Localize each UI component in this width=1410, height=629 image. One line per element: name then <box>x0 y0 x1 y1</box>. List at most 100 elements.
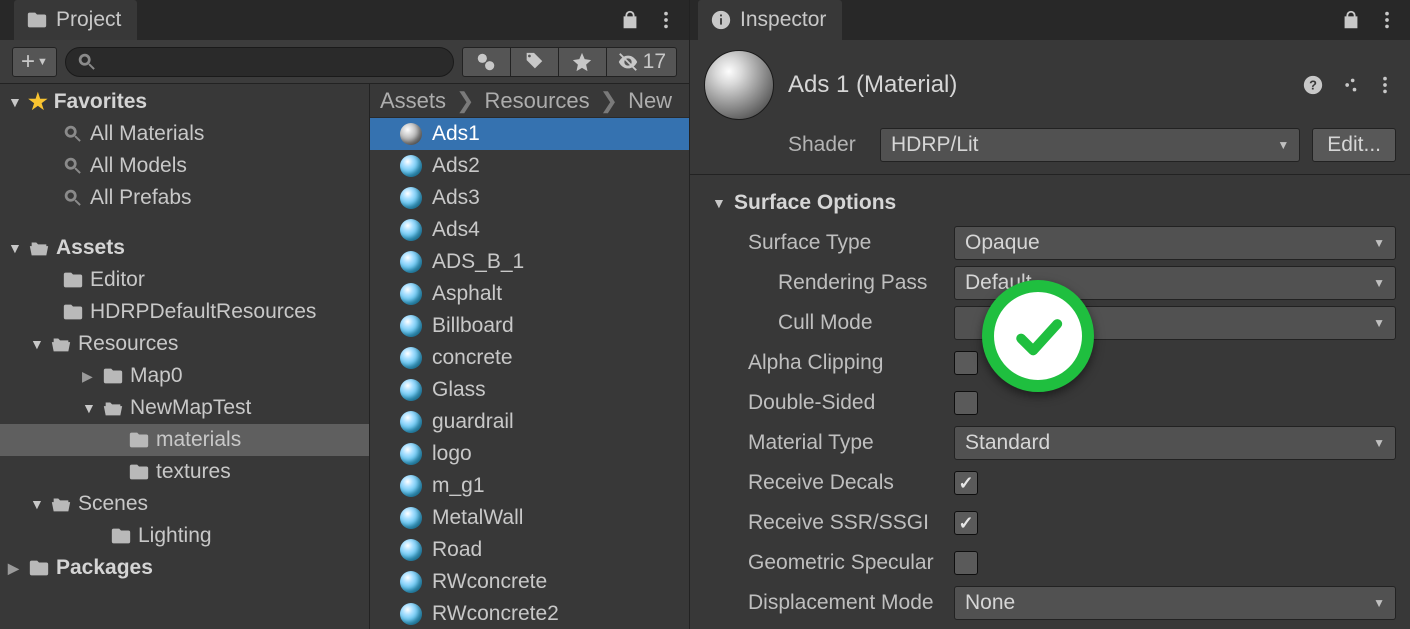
inspector-tab-bar: Inspector <box>690 0 1410 40</box>
material-icon <box>400 187 422 209</box>
tree-item-textures[interactable]: textures <box>0 456 369 488</box>
tree-item-materials[interactable]: materials <box>0 424 369 456</box>
tree-item-editor[interactable]: Editor <box>0 264 369 296</box>
info-icon <box>710 9 732 31</box>
asset-item[interactable]: MetalWall <box>370 502 689 534</box>
asset-item[interactable]: Ads1 <box>370 118 689 150</box>
search-icon <box>76 51 98 73</box>
material-icon <box>400 315 422 337</box>
dropdown-value: Opaque <box>965 231 1040 255</box>
receive-decals-checkbox[interactable] <box>954 471 978 495</box>
section-header[interactable]: ▼ Surface Options <box>704 185 1396 223</box>
search-icon <box>62 123 84 145</box>
asset-item[interactable]: Glass <box>370 374 689 406</box>
inspector-tab[interactable]: Inspector <box>698 0 842 40</box>
surface-type-dropdown[interactable]: Opaque ▼ <box>954 226 1396 260</box>
asset-label: Ads2 <box>432 154 480 178</box>
prop-label: Alpha Clipping <box>704 351 944 375</box>
prop-label: Displacement Mode <box>704 591 944 615</box>
prop-label: Double-Sided <box>704 391 944 415</box>
double-sided-checkbox[interactable] <box>954 391 978 415</box>
tree-item-resources[interactable]: ▼ Resources <box>0 328 369 360</box>
asset-item[interactable]: Billboard <box>370 310 689 342</box>
receive-ssr-checkbox[interactable] <box>954 511 978 535</box>
kebab-menu-icon[interactable] <box>1376 9 1398 31</box>
asset-list: Ads1 Ads2 Ads3Ads4ADS_B_1AsphaltBillboardc… <box>370 118 689 629</box>
folder-open-icon <box>28 237 50 259</box>
chevron-down-icon: ▼ <box>1373 436 1385 450</box>
prop-label: Geometric Specular <box>704 551 944 575</box>
asset-item[interactable]: Ads4 <box>370 214 689 246</box>
material-icon <box>400 443 422 465</box>
asset-item[interactable]: guardrail <box>370 406 689 438</box>
chevron-down-icon: ▼ <box>1277 138 1289 152</box>
asset-label: guardrail <box>432 410 514 434</box>
material-type-dropdown[interactable]: Standard ▼ <box>954 426 1396 460</box>
favorites-label: Favorites <box>54 90 147 114</box>
asset-item[interactable]: Asphalt <box>370 278 689 310</box>
favorite-item[interactable]: All Materials <box>0 118 369 150</box>
folder-open-icon <box>50 333 72 355</box>
settings-sliders-icon[interactable] <box>1338 74 1360 96</box>
breadcrumb-part[interactable]: Assets <box>380 88 446 114</box>
asset-item[interactable]: logo <box>370 438 689 470</box>
asset-item[interactable]: Road <box>370 534 689 566</box>
filter-by-label-button[interactable] <box>510 47 558 77</box>
breadcrumb-part[interactable]: Resources <box>484 88 589 114</box>
tree-item-newmaptest[interactable]: ▼ NewMapTest <box>0 392 369 424</box>
edit-shader-button[interactable]: Edit... <box>1312 128 1396 162</box>
hidden-toggle[interactable]: 17 <box>606 47 677 77</box>
lock-icon[interactable] <box>619 9 641 31</box>
asset-item[interactable]: m_g1 <box>370 470 689 502</box>
prop-label: Material Type <box>704 431 944 455</box>
material-icon <box>400 219 422 241</box>
asset-column: Assets ❯ Resources ❯ New Ads1Ads2Ads3Ads… <box>370 84 689 629</box>
assets-header[interactable]: ▼ Assets <box>0 232 369 264</box>
geometric-specular-checkbox[interactable] <box>954 551 978 575</box>
asset-item[interactable]: RWconcrete <box>370 566 689 598</box>
tree-item-map0[interactable]: ▶ Map0 <box>0 360 369 392</box>
dropdown-value: Standard <box>965 431 1050 455</box>
tree-item-lighting[interactable]: Lighting <box>0 520 369 552</box>
asset-label: m_g1 <box>432 474 485 498</box>
shader-row: Shader HDRP/Lit ▼ Edit... <box>690 124 1410 175</box>
filter-by-type-button[interactable] <box>462 47 510 77</box>
breadcrumb-part[interactable]: New <box>628 88 672 114</box>
favorite-item[interactable]: All Models <box>0 150 369 182</box>
material-icon <box>400 539 422 561</box>
tree-item-hdrp[interactable]: HDRPDefaultResources <box>0 296 369 328</box>
folder-open-icon <box>50 493 72 515</box>
favorites-header[interactable]: ▼ ★ Favorites <box>0 86 369 118</box>
asset-item[interactable]: Ads3 <box>370 182 689 214</box>
search-input[interactable] <box>65 47 454 77</box>
alpha-clipping-checkbox[interactable] <box>954 351 978 375</box>
project-tab[interactable]: Project <box>14 0 137 40</box>
material-preview[interactable] <box>704 50 774 120</box>
tree-item-scenes[interactable]: ▼ Scenes <box>0 488 369 520</box>
type-icon <box>475 51 497 73</box>
folder-tree: ▼ ★ Favorites All Materials All Models A… <box>0 84 370 629</box>
prop-label: Receive Decals <box>704 471 944 495</box>
lock-icon[interactable] <box>1340 9 1362 31</box>
packages-header[interactable]: ▶ Packages <box>0 552 369 584</box>
help-icon[interactable]: ? <box>1302 74 1324 96</box>
favorite-label: All Prefabs <box>90 186 192 210</box>
kebab-menu-icon[interactable] <box>1374 74 1396 96</box>
shader-dropdown[interactable]: HDRP/Lit ▼ <box>880 128 1300 162</box>
search-icon <box>62 155 84 177</box>
kebab-menu-icon[interactable] <box>655 9 677 31</box>
favorite-item[interactable]: All Prefabs <box>0 182 369 214</box>
folder-icon <box>102 365 124 387</box>
asset-item[interactable]: ADS_B_1 <box>370 246 689 278</box>
asset-item[interactable]: Ads2 <box>370 150 689 182</box>
tree-item-label: Scenes <box>78 492 148 516</box>
create-button[interactable]: + ▼ <box>12 47 57 77</box>
asset-item[interactable]: concrete <box>370 342 689 374</box>
asset-item[interactable]: RWconcrete2 <box>370 598 689 629</box>
inspector-panel: Inspector Ads 1 (Material) ? Shader HDRP… <box>690 0 1410 629</box>
prop-label: Rendering Pass <box>704 271 944 295</box>
save-search-button[interactable] <box>558 47 606 77</box>
displacement-mode-dropdown[interactable]: None ▼ <box>954 586 1396 620</box>
section-title: Surface Options <box>734 191 896 215</box>
material-icon <box>400 283 422 305</box>
